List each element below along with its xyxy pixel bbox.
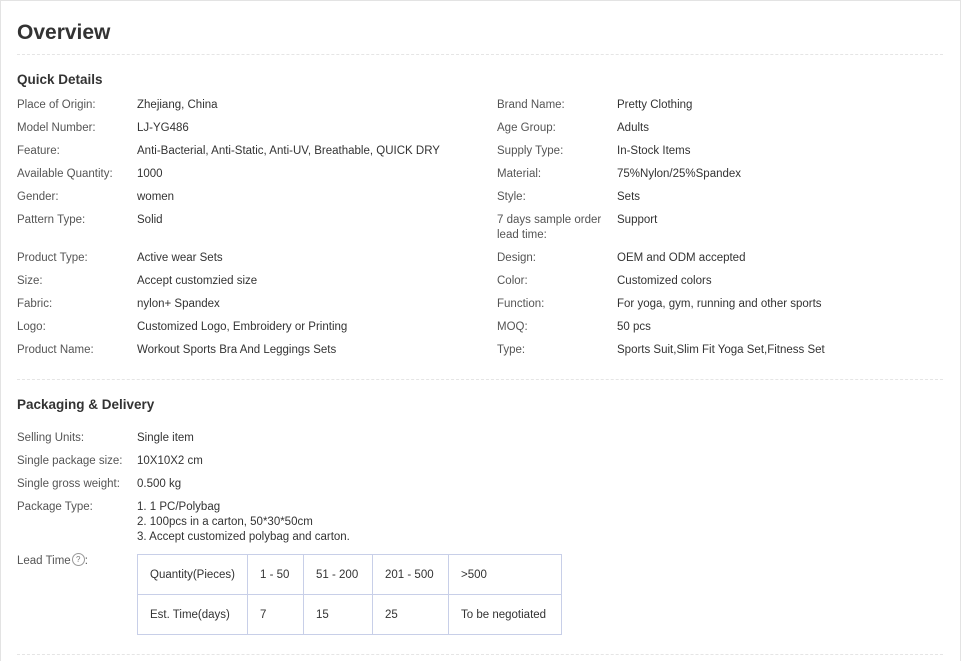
package-type-value: 1. 1 PC/Polybag 2. 100pcs in a carton, 5…	[137, 500, 350, 545]
attr-label: Age Group:	[497, 122, 556, 134]
attr-value: 1000	[137, 168, 163, 180]
attr-label: Fabric:	[17, 298, 53, 310]
attr-label: Size:	[17, 275, 43, 287]
attr-label: Design:	[497, 252, 536, 264]
package-type-label: Package Type:	[17, 501, 93, 513]
attr-label: Product Type:	[17, 252, 88, 264]
attr-value: nylon+ Spandex	[137, 298, 220, 310]
table-cell: 7	[247, 594, 305, 635]
attr-label: Supply Type:	[497, 145, 564, 157]
lead-time-label: Lead Time	[17, 555, 71, 567]
table-cell: 1 - 50	[247, 554, 305, 595]
attr-label: Logo:	[17, 321, 46, 333]
attr-value: Accept customzied size	[137, 275, 258, 287]
page-title: Overview	[17, 21, 111, 44]
attr-value: Anti-Bacterial, Anti-Static, Anti-UV, Br…	[137, 145, 440, 157]
attr-label: Product Name:	[17, 344, 94, 356]
table-cell: >500	[448, 554, 563, 595]
attr-label: Gender:	[17, 191, 59, 203]
quick-details-heading: Quick Details	[17, 72, 103, 87]
attr-label: Brand Name:	[497, 99, 565, 111]
attr-label: Model Number:	[17, 122, 96, 134]
attr-label: Place of Origin:	[17, 99, 96, 111]
attr-value: Customized colors	[617, 275, 712, 287]
table-cell: Quantity(Pieces)	[136, 554, 249, 595]
table-row: Quantity(Pieces) 1 - 50 51 - 200 201 - 5…	[136, 554, 563, 595]
divider	[17, 54, 943, 55]
table-row: Est. Time(days) 7 15 25 To be negotiated	[136, 594, 563, 635]
table-cell: 201 - 500	[372, 554, 450, 595]
attr-value: Customized Logo, Embroidery or Printing	[137, 321, 348, 333]
package-type-line: 3. Accept customized polybag and carton.	[137, 531, 350, 543]
attr-value: Support	[617, 214, 658, 226]
table-cell: Est. Time(days)	[136, 594, 249, 635]
attr-value: Adults	[617, 122, 649, 134]
attr-label: Selling Units:	[17, 432, 85, 444]
attr-label: Available Quantity:	[17, 168, 113, 180]
attr-value: Sports Suit,Slim Fit Yoga Set,Fitness Se…	[617, 344, 825, 356]
lead-time-label-group: Lead Time?:	[17, 553, 88, 569]
attr-value: Pretty Clothing	[617, 99, 693, 111]
table-cell: 51 - 200	[303, 554, 374, 595]
attr-value: women	[137, 191, 175, 203]
attr-value: In-Stock Items	[617, 145, 691, 157]
attr-label: Style:	[497, 191, 526, 203]
package-type-line: 2. 100pcs in a carton, 50*30*50cm	[137, 516, 313, 528]
question-circle-icon[interactable]: ?	[71, 553, 85, 567]
attr-label: Single package size:	[17, 455, 123, 467]
attr-value: 50 pcs	[617, 321, 651, 333]
attr-label: MOQ:	[497, 321, 528, 333]
attr-label: Color:	[497, 275, 528, 287]
attr-value: LJ-YG486	[137, 122, 189, 134]
attr-label: Single gross weight:	[17, 478, 120, 490]
attr-label: Function:	[497, 298, 545, 310]
attr-label: Type:	[497, 344, 526, 356]
attr-label: Feature:	[17, 145, 60, 157]
attr-value: Solid	[137, 214, 163, 226]
attr-value: Workout Sports Bra And Leggings Sets	[137, 344, 337, 356]
attr-label: Material:	[497, 168, 542, 180]
lead-time-table: Quantity(Pieces) 1 - 50 51 - 200 201 - 5…	[136, 554, 563, 635]
table-cell: To be negotiated	[448, 594, 563, 635]
attr-value: 0.500 kg	[137, 478, 182, 490]
attr-value: Zhejiang, China	[137, 99, 218, 111]
table-cell: 15	[303, 594, 374, 635]
attr-label: 7 days sample order lead time:	[497, 214, 602, 241]
attr-value: 75%Nylon/25%Spandex	[617, 168, 742, 180]
attr-value: For yoga, gym, running and other sports	[617, 298, 822, 310]
attr-value: Active wear Sets	[137, 252, 223, 264]
package-type-line: 1. 1 PC/Polybag	[137, 501, 221, 513]
packaging-heading: Packaging & Delivery	[17, 397, 155, 412]
attr-value: Single item	[137, 432, 194, 444]
lead-time-colon: :	[84, 555, 88, 567]
attr-value: 10X10X2 cm	[137, 455, 203, 467]
table-cell: 25	[372, 594, 450, 635]
attr-value: OEM and ODM accepted	[617, 252, 746, 264]
attr-label: Pattern Type:	[17, 214, 86, 226]
divider	[17, 379, 943, 380]
divider	[17, 654, 943, 655]
attr-value: Sets	[617, 191, 641, 203]
